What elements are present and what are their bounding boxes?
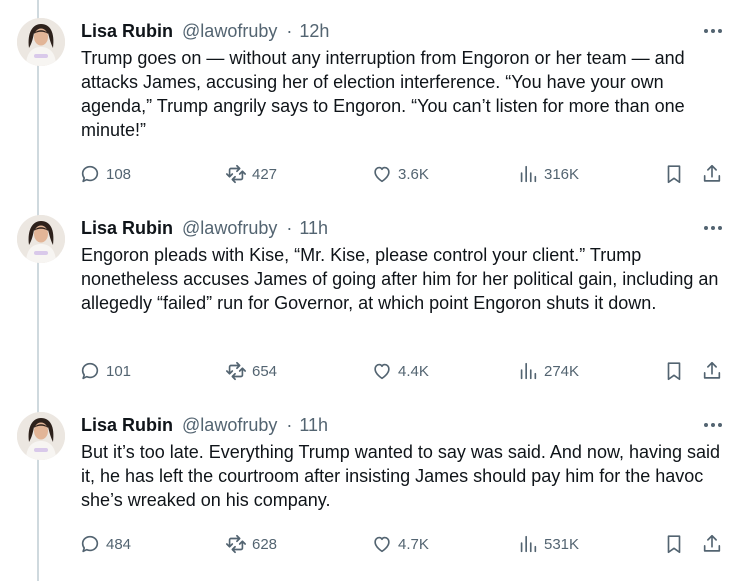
author-handle[interactable]: @lawofruby [182,21,277,41]
views-button[interactable]: 274K [517,360,579,382]
more-icon [704,29,722,33]
author-name[interactable]: Lisa Rubin [81,415,173,435]
repost-button[interactable]: 654 [225,360,277,382]
timestamp[interactable]: 11h [299,218,328,238]
bookmark-icon [667,535,681,554]
tweet-actions: 484 628 4.7K 531K [79,533,729,555]
avatar[interactable] [17,18,65,66]
like-button[interactable]: 4.4K [371,360,429,382]
author-name[interactable]: Lisa Rubin [81,21,173,41]
repost-button[interactable]: 628 [225,533,277,555]
like-count: 4.4K [398,362,429,380]
tweet[interactable]: Lisa Rubin @lawofruby · 11h But it’s too… [0,394,746,581]
tweet[interactable]: Lisa Rubin @lawofruby · 12h Trump goes o… [0,0,746,197]
tweet[interactable]: Lisa Rubin @lawofruby · 11h Engoron plea… [0,197,746,394]
more-options-button[interactable] [700,217,726,239]
repost-button[interactable]: 427 [225,163,277,185]
reply-count: 101 [106,362,132,380]
views-icon [520,535,537,553]
like-count: 4.7K [398,535,429,553]
views-icon [520,362,537,380]
like-button[interactable]: 3.6K [371,163,429,185]
like-icon [374,363,390,380]
views-icon [520,165,537,183]
reply-icon [81,165,99,183]
bookmark-button[interactable] [663,163,685,185]
share-button[interactable] [701,163,723,185]
dot-separator: · [286,415,293,435]
dot-separator: · [286,21,293,41]
like-icon [374,166,390,183]
repost-icon [226,164,246,184]
bookmark-icon [667,165,681,184]
tweet-text: Engoron pleads with Kise, “Mr. Kise, ple… [81,245,719,313]
reply-button[interactable]: 101 [79,360,131,382]
repost-icon [226,361,246,381]
reply-count: 484 [106,535,132,553]
more-options-button[interactable] [700,414,726,436]
reply-button[interactable]: 484 [79,533,131,555]
bookmark-button[interactable] [663,360,685,382]
repost-count: 628 [252,535,278,553]
tweet-text: But it’s too late. Everything Trump want… [81,442,721,510]
share-button[interactable] [701,360,723,382]
share-button[interactable] [701,533,723,555]
tweet-text: Trump goes on — without any interruption… [81,48,685,140]
tweet-header: Lisa Rubin @lawofruby · 11h [81,414,328,436]
more-icon [704,423,722,427]
tweet-actions: 108 427 3.6K 316K [79,163,729,185]
repost-icon [226,534,246,554]
avatar[interactable] [17,215,65,263]
views-count: 316K [544,165,580,183]
tweet-thread: Lisa Rubin @lawofruby · 12h Trump goes o… [0,0,746,581]
reply-count: 108 [106,165,132,183]
more-icon [704,226,722,230]
views-count: 274K [544,362,580,380]
bookmark-button[interactable] [663,533,685,555]
timestamp[interactable]: 11h [299,415,328,435]
tweet-header: Lisa Rubin @lawofruby · 11h [81,217,328,239]
views-button[interactable]: 531K [517,533,579,555]
bookmark-icon [667,362,681,381]
timestamp[interactable]: 12h [299,21,329,41]
tweet-actions: 101 654 4.4K 274K [79,360,729,382]
share-icon [703,534,721,552]
reply-button[interactable]: 108 [79,163,131,185]
repost-count: 427 [252,165,278,183]
author-handle[interactable]: @lawofruby [182,415,277,435]
reply-icon [81,362,99,380]
like-button[interactable]: 4.7K [371,533,429,555]
share-icon [703,164,721,182]
tweet-header: Lisa Rubin @lawofruby · 12h [81,20,329,42]
views-button[interactable]: 316K [517,163,579,185]
author-handle[interactable]: @lawofruby [182,218,277,238]
share-icon [703,361,721,379]
reply-icon [81,535,99,553]
more-options-button[interactable] [700,20,726,42]
views-count: 531K [544,535,580,553]
like-icon [374,536,390,553]
avatar[interactable] [17,412,65,460]
author-name[interactable]: Lisa Rubin [81,218,173,238]
like-count: 3.6K [398,165,429,183]
repost-count: 654 [252,362,278,380]
dot-separator: · [286,218,293,238]
